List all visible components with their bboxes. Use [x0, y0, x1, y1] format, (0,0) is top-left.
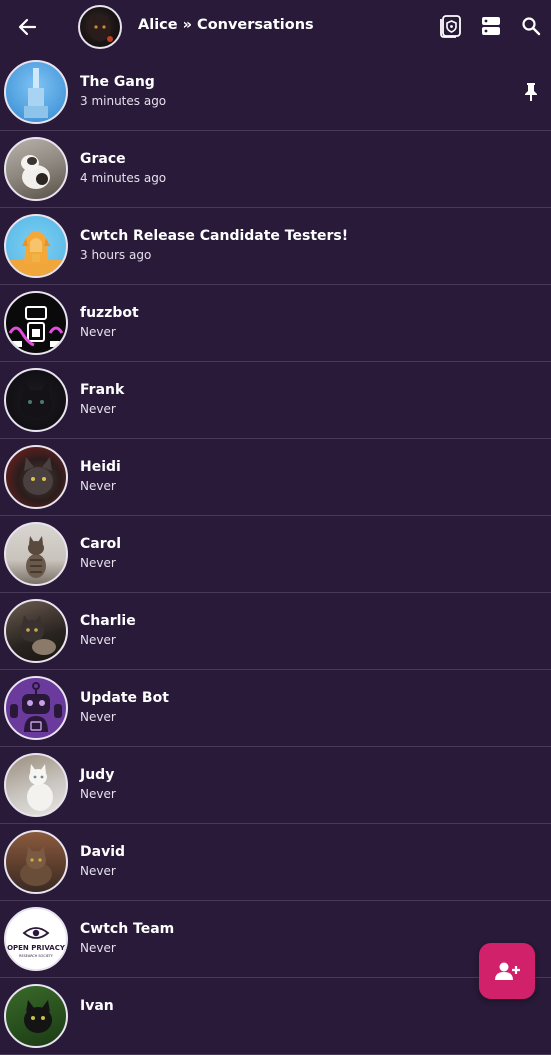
conversation-row[interactable]: fuzzbot Never [0, 285, 551, 362]
open-privacy-logo: OPEN PRIVACY RESEARCH SOCIETY [7, 927, 66, 958]
contact-avatar [4, 368, 68, 432]
last-message-time: 3 hours ago [80, 248, 152, 262]
contact-name: Update Bot [80, 690, 169, 706]
back-button[interactable] [12, 12, 42, 42]
last-message-time: Never [80, 479, 116, 493]
last-message-time: Never [80, 633, 116, 647]
white-cat-image [27, 764, 53, 811]
black-cat-image [20, 382, 52, 418]
last-message-time: Never [80, 864, 116, 878]
last-message-time: Never [80, 402, 116, 416]
last-message-time: 4 minutes ago [80, 171, 167, 185]
conversation-row[interactable]: Ivan [0, 978, 551, 1055]
last-message-time: 3 minutes ago [80, 94, 167, 108]
robot-image [8, 306, 64, 347]
server-icon [482, 17, 500, 35]
logo-text: OPEN PRIVACY [7, 944, 66, 952]
contact-avatar [4, 599, 68, 663]
conversation-row[interactable]: Cwtch Release Candidate Testers! 3 hours… [0, 208, 551, 285]
contact-name: Ivan [80, 998, 114, 1014]
contact-name: Frank [80, 382, 125, 398]
last-message-time: Never [80, 556, 116, 570]
contact-name: The Gang [80, 74, 155, 90]
tabby-cat-image [26, 536, 46, 578]
contact-avatar [4, 522, 68, 586]
app-bar: Alice » Conversations [0, 0, 551, 53]
contact-name: Heidi [80, 459, 121, 475]
conversation-row[interactable]: Carol Never [0, 516, 551, 593]
contact-name: Judy [80, 767, 115, 783]
page-title: Alice » Conversations [138, 17, 314, 33]
conversation-row[interactable]: Update Bot Never [0, 670, 551, 747]
last-message-time: Never [80, 325, 116, 339]
contact-name: David [80, 844, 126, 860]
logo-subtext: RESEARCH SOCIETY [19, 954, 54, 958]
grey-cat-image [23, 457, 53, 495]
tower-image [24, 68, 48, 118]
contact-avatar [4, 291, 68, 355]
last-message-time: Never [80, 787, 116, 801]
contact-avatar [4, 984, 68, 1048]
add-contact-icon [495, 962, 520, 980]
contact-avatar [4, 830, 68, 894]
contact-avatar: OPEN PRIVACY RESEARCH SOCIETY [4, 907, 68, 971]
conversation-row[interactable]: The Gang 3 minutes ago [0, 54, 551, 131]
back-arrow-icon [18, 18, 37, 36]
conversation-row[interactable]: Heidi Never [0, 439, 551, 516]
search-icon [522, 17, 541, 36]
last-message-time: Never [80, 941, 116, 955]
last-message-time: Never [80, 710, 116, 724]
contact-name: Grace [80, 151, 126, 167]
contact-name: Charlie [80, 613, 136, 629]
profile-avatar-image [89, 13, 113, 42]
conversation-row[interactable]: Frank Never [0, 362, 551, 439]
cat-image [21, 155, 50, 189]
conversation-list: The Gang 3 minutes ago Grace 4 minutes a… [0, 54, 551, 1055]
contact-avatar [4, 445, 68, 509]
contact-avatar [4, 137, 68, 201]
conversation-row[interactable]: Charlie Never [0, 593, 551, 670]
contact-avatar [4, 753, 68, 817]
contact-avatar [4, 676, 68, 740]
contact-avatar [4, 214, 68, 278]
shield-lock-button[interactable] [437, 12, 465, 40]
sphinx-image [6, 231, 66, 276]
brown-cat-image [20, 846, 52, 886]
contact-name: Carol [80, 536, 122, 552]
add-contact-button[interactable] [479, 943, 535, 999]
contact-name: Cwtch Release Candidate Testers! [80, 228, 349, 244]
contact-avatar [4, 60, 68, 124]
conversation-row[interactable]: Grace 4 minutes ago [0, 131, 551, 208]
search-button[interactable] [517, 12, 545, 40]
cat-image [24, 1000, 52, 1033]
update-bot-image [10, 682, 62, 732]
profile-avatar[interactable] [78, 5, 122, 49]
conversation-row[interactable]: David Never [0, 824, 551, 901]
shield-lock-icon [440, 15, 461, 38]
contact-name: Cwtch Team [80, 921, 175, 937]
conversation-row[interactable]: Judy Never [0, 747, 551, 824]
conversation-row[interactable]: OPEN PRIVACY RESEARCH SOCIETY Cwtch Team… [0, 901, 551, 978]
cats-image [20, 615, 56, 655]
contact-name: fuzzbot [80, 305, 139, 321]
pin-icon[interactable] [523, 82, 539, 102]
servers-button[interactable] [477, 12, 505, 40]
